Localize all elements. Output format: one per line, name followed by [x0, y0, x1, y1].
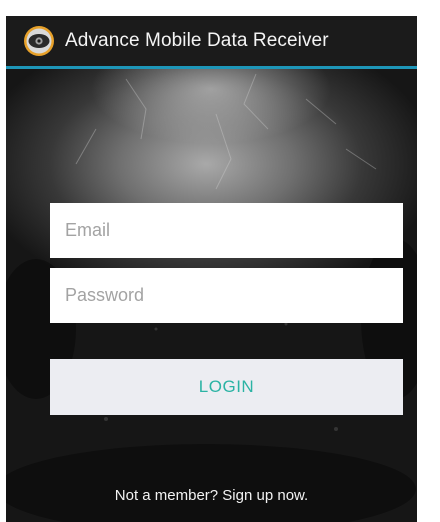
login-background: LOGIN Not a member? Sign up now.	[6, 69, 417, 522]
login-button[interactable]: LOGIN	[50, 359, 403, 415]
screenshot-frame: Advance Mobile Data Receiver Email LOGIN…	[0, 0, 440, 522]
email-field[interactable]	[50, 203, 403, 258]
action-bar: Advance Mobile Data Receiver	[6, 16, 417, 66]
app-title: Advance Mobile Data Receiver	[65, 30, 329, 51]
password-field[interactable]	[50, 268, 403, 323]
app-screen: Advance Mobile Data Receiver Email LOGIN…	[6, 16, 417, 522]
signup-link[interactable]: Not a member? Sign up now.	[6, 487, 417, 504]
eye-icon	[24, 26, 54, 56]
